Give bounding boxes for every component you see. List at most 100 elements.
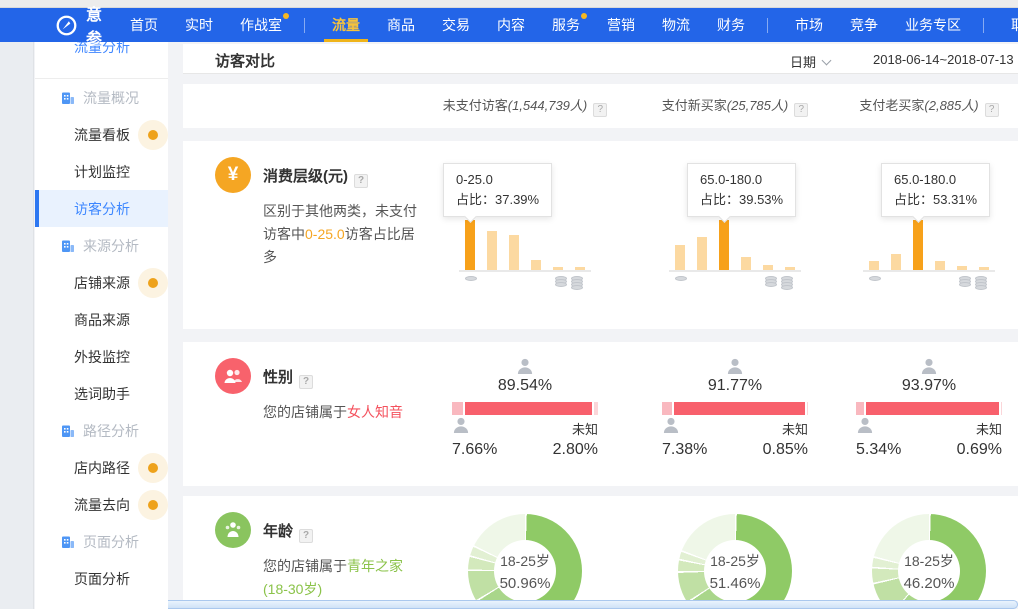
gender-desc-highlight: 女人知音 <box>347 404 403 420</box>
consumption-chart-cell: 0-25.0占比：37.39% <box>420 141 630 329</box>
sidebar-item-商品来源[interactable]: 商品来源 <box>35 301 168 338</box>
nav-item-首页[interactable]: 首页 <box>130 8 158 42</box>
badge-dot-icon <box>148 130 158 140</box>
horizontal-scrollbar[interactable] <box>35 600 1018 609</box>
nav-item-竞争[interactable]: 竞争 <box>850 8 878 42</box>
consumption-bar-chart[interactable]: 65.0-180.0占比：39.53% <box>669 155 801 321</box>
male-icon <box>662 417 707 438</box>
price-axis-coins <box>459 278 591 308</box>
nav-item-财务[interactable]: 财务 <box>717 8 745 42</box>
bar[interactable] <box>935 261 945 270</box>
yuan-icon: ¥ <box>215 157 251 193</box>
date-filter[interactable]: 日期 <box>790 52 830 71</box>
female-percent: 91.77% <box>662 377 808 395</box>
sidebar-item-外投监控[interactable]: 外投监控 <box>35 338 168 375</box>
sidebar-item-店铺来源[interactable]: 店铺来源 <box>35 264 168 301</box>
sidebar-item-页面分析[interactable]: 页面分析 <box>35 560 168 597</box>
nav-divider <box>983 18 984 33</box>
bar[interactable] <box>675 245 685 270</box>
bar[interactable] <box>553 267 563 270</box>
sidebar-item-label: 页面分析 <box>83 532 139 552</box>
page-header: 访客对比 日期 2018-06-14~2018-07-13 <box>183 44 1018 74</box>
help-icon[interactable]: ? <box>593 103 607 117</box>
brand-name: 生意参谋 <box>86 0 103 73</box>
nav-item-物流[interactable]: 物流 <box>662 8 690 42</box>
nav-item-作战室[interactable]: 作战室 <box>240 8 282 42</box>
bar[interactable] <box>719 220 729 270</box>
bar[interactable] <box>979 267 989 270</box>
sidebar-item-页面分析: 页面分析 <box>35 523 168 560</box>
age-donut-chart[interactable]: 18-25岁50.96% <box>468 514 582 601</box>
coin-icon <box>675 276 687 281</box>
help-icon[interactable]: ? <box>794 103 808 117</box>
nav-item-营销[interactable]: 营销 <box>607 8 635 42</box>
coin-icon <box>869 276 881 281</box>
female-icon <box>452 358 598 374</box>
age-chart-cell: 18-25岁50.96% <box>420 496 630 601</box>
nav-item-取数[interactable]: 取数 <box>1011 8 1018 42</box>
gender-segment-female <box>674 402 804 415</box>
nav-item-流量[interactable]: 流量 <box>332 8 360 42</box>
nav-item-交易[interactable]: 交易 <box>442 8 470 42</box>
bar[interactable] <box>869 261 879 270</box>
gender-charts: 89.54%7.66%未知2.80% 91.77%7.38%未知0.85% 93.9… <box>420 342 1018 486</box>
bar[interactable] <box>531 260 541 270</box>
sidebar-item-来源分析: 来源分析 <box>35 227 168 264</box>
donut-age-range: 18-25岁 <box>710 551 760 571</box>
bar[interactable] <box>763 265 773 270</box>
bar[interactable] <box>509 235 519 270</box>
nav-item-服务[interactable]: 服务 <box>552 8 580 42</box>
date-range-value[interactable]: 2018-06-14~2018-07-13 <box>873 52 1014 67</box>
age-donut-chart[interactable]: 18-25岁51.46% <box>678 514 792 601</box>
nav-item-内容[interactable]: 内容 <box>497 8 525 42</box>
column-header-name: 支付老买家 <box>859 98 924 113</box>
help-icon[interactable]: ? <box>299 375 313 389</box>
sidebar-item-选词助手[interactable]: 选词助手 <box>35 375 168 412</box>
sidebar-item-流量看板[interactable]: 流量看板 <box>35 116 168 153</box>
nav-item-实时[interactable]: 实时 <box>185 8 213 42</box>
sidebar-item-label: 流量去向 <box>74 495 130 515</box>
sidebar-item-label: 计划监控 <box>74 162 130 182</box>
male-icon <box>856 417 901 438</box>
age-charts: 18-25岁50.96% 18-25岁51.46% 18-25岁46.20% <box>420 496 1018 601</box>
gender-chart[interactable]: 91.77%7.38%未知0.85% <box>662 358 808 459</box>
sidebar-item-label: 流量概况 <box>83 88 139 108</box>
help-icon[interactable]: ? <box>354 174 368 188</box>
consumption-bar-chart[interactable]: 65.0-180.0占比：53.31% <box>863 155 995 321</box>
bar[interactable] <box>741 257 751 270</box>
nav-item-业务专区[interactable]: 业务专区 <box>905 8 961 42</box>
consumption-bar-chart[interactable]: 0-25.0占比：37.39% <box>459 155 591 321</box>
unknown-percent: 2.80% <box>553 441 598 459</box>
age-donut-chart[interactable]: 18-25岁46.20% <box>872 514 986 601</box>
bar[interactable] <box>575 267 585 270</box>
nav-item-商品[interactable]: 商品 <box>387 8 415 42</box>
gender-segment-female <box>866 402 999 415</box>
bar[interactable] <box>487 231 497 270</box>
gender-chart[interactable]: 89.54%7.66%未知2.80% <box>452 358 598 459</box>
male-icon <box>452 417 497 438</box>
gender-ratio-bar <box>856 402 1002 415</box>
brand[interactable]: 生意参谋 <box>56 0 103 73</box>
chart-tooltip: 65.0-180.0占比：53.31% <box>881 163 990 217</box>
notification-badge <box>138 490 168 520</box>
sidebar-item-计划监控[interactable]: 计划监控 <box>35 153 168 190</box>
bar[interactable] <box>913 220 923 270</box>
sidebar-item-流量去向[interactable]: 流量去向 <box>35 486 168 523</box>
nav-item-市场[interactable]: 市场 <box>795 8 823 42</box>
help-icon[interactable]: ? <box>985 103 999 117</box>
gender-chart[interactable]: 93.97%5.34%未知0.69% <box>856 358 1002 459</box>
bar[interactable] <box>785 267 795 270</box>
unknown-label: 未知 <box>957 419 1002 438</box>
coin-icon <box>465 276 477 281</box>
sidebar-item-店内路径[interactable]: 店内路径 <box>35 449 168 486</box>
help-icon[interactable]: ? <box>299 529 313 543</box>
sidebar-item-访客分析[interactable]: 访客分析 <box>35 190 168 227</box>
bar[interactable] <box>465 220 475 270</box>
male-block: 7.66% <box>452 417 497 459</box>
bar[interactable] <box>891 254 901 270</box>
badge-dot-icon <box>148 463 158 473</box>
bar[interactable] <box>697 237 707 270</box>
sidebar-item-label: 店内路径 <box>74 458 130 478</box>
bar[interactable] <box>957 266 967 270</box>
consumption-charts: 0-25.0占比：37.39% 65.0-180.0占比：39.53% 65.0-1… <box>420 141 1018 329</box>
